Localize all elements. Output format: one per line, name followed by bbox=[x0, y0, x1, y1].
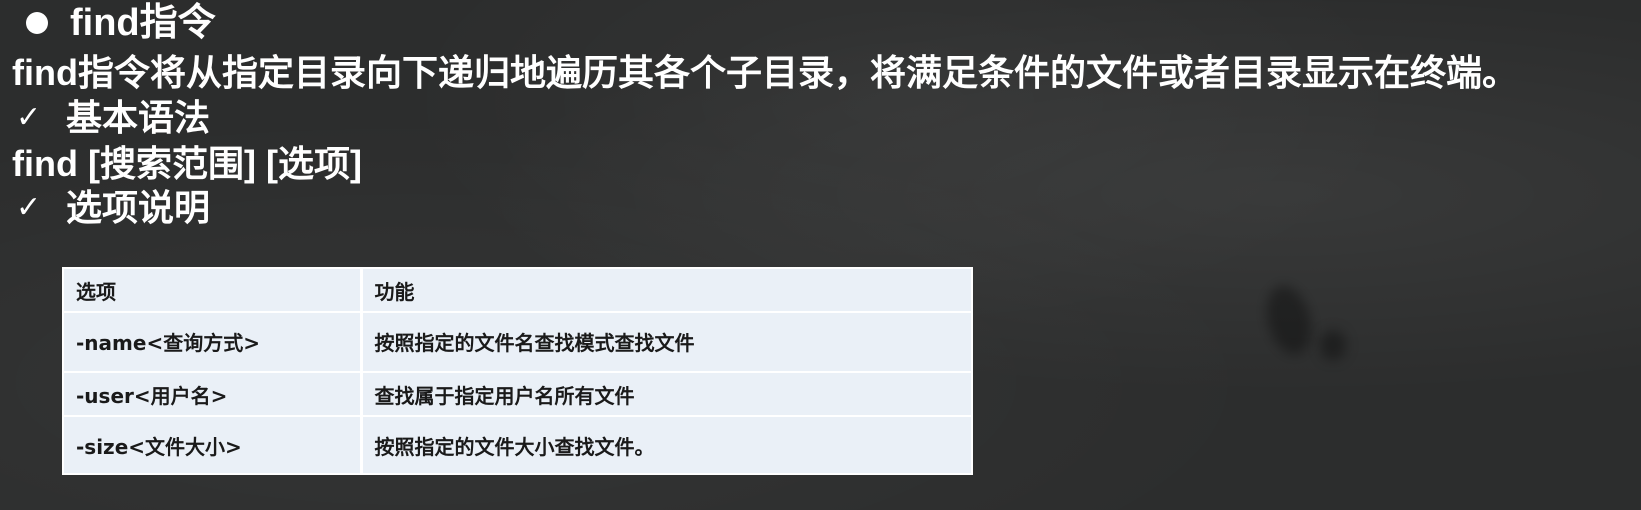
syntax-line: find [搜索范围] [选项] bbox=[12, 143, 362, 184]
function-cell: 查找属于指定用户名所有文件 bbox=[361, 372, 972, 417]
options-heading-text: 选项说明 bbox=[66, 187, 211, 228]
chalkboard-smudge bbox=[1259, 280, 1319, 360]
table-row: -name<查询方式> 按照指定的文件名查找模式查找文件 bbox=[63, 312, 972, 373]
table-header-row: 选项 功能 bbox=[63, 268, 972, 313]
chalkboard-smudge bbox=[1320, 330, 1346, 360]
check-icon: ✓ bbox=[16, 101, 42, 134]
table-header-function: 功能 bbox=[361, 268, 972, 313]
slide-title: find指令 bbox=[12, 4, 216, 42]
check-icon: ✓ bbox=[16, 191, 42, 224]
bullet-icon bbox=[26, 12, 48, 34]
function-cell: 按照指定的文件名查找模式查找文件 bbox=[361, 312, 972, 373]
options-table: 选项 功能 -name<查询方式> 按照指定的文件名查找模式查找文件 -user… bbox=[62, 267, 973, 475]
function-cell: 按照指定的文件大小查找文件。 bbox=[374, 435, 655, 459]
table-header-option: 选项 bbox=[63, 268, 363, 313]
table-row: -user<用户名> 查找属于指定用户名所有文件 bbox=[63, 372, 972, 417]
slide-title-text: find指令 bbox=[70, 2, 216, 44]
table-row: -size<文件大小> 按照指定的文件大小查找文件。 bbox=[63, 416, 972, 474]
option-cell: -name<查询方式> bbox=[63, 312, 363, 373]
options-heading: ✓ 选项说明 bbox=[12, 190, 210, 226]
syntax-heading: ✓ 基本语法 bbox=[12, 100, 210, 136]
option-cell: -size<文件大小> bbox=[63, 416, 363, 474]
find-description: find指令将从指定目录向下递归地遍历其各个子目录，将满足条件的文件或者目录显示… bbox=[12, 52, 1518, 93]
option-cell: -user<用户名> bbox=[63, 372, 363, 417]
syntax-heading-text: 基本语法 bbox=[66, 97, 211, 138]
